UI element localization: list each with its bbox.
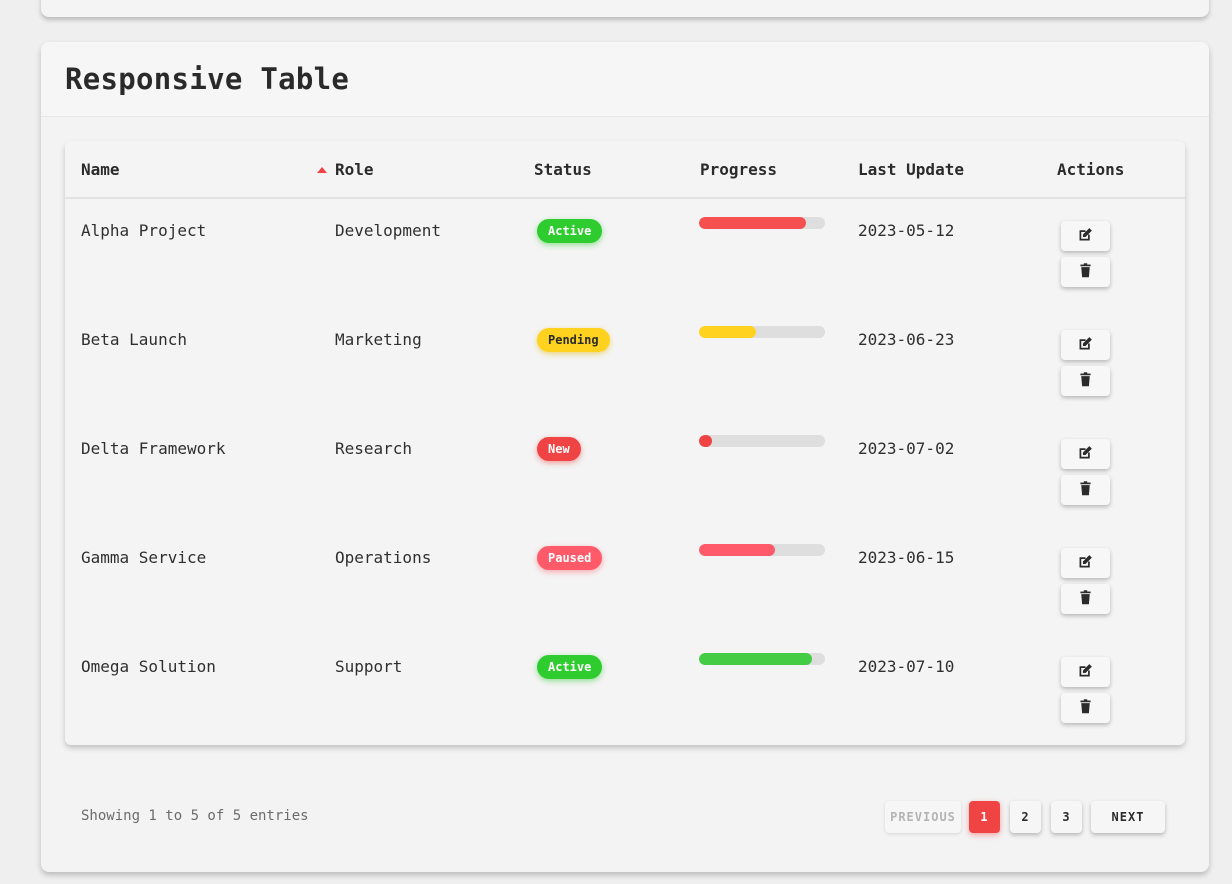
edit-button[interactable] [1061, 221, 1110, 251]
cell-role: Support [335, 657, 403, 676]
edit-button[interactable] [1061, 548, 1110, 578]
cell-name: Gamma Service [81, 548, 207, 567]
edit-button[interactable] [1061, 330, 1110, 360]
cell-name: Beta Launch [81, 330, 187, 349]
edit-button[interactable] [1061, 657, 1110, 687]
delete-button[interactable] [1061, 475, 1110, 505]
cell-last-update: 2023-06-23 [858, 330, 955, 349]
column-header-name[interactable]: Name [81, 141, 327, 199]
column-header-status[interactable]: Status [534, 141, 592, 199]
cell-role: Operations [335, 548, 432, 567]
status-badge: Active [537, 655, 603, 679]
next-page-button[interactable]: NEXT [1091, 801, 1165, 833]
data-table: Name Role Status Progress Last Update Ac… [65, 141, 1185, 745]
table-row: Beta Launch Marketing Pending 2023-06-23 [65, 310, 1185, 419]
cell-last-update: 2023-06-15 [858, 548, 955, 567]
cell-last-update: 2023-07-10 [858, 657, 955, 676]
edit-icon [1077, 335, 1094, 356]
trash-icon [1077, 262, 1094, 283]
entries-info: Showing 1 to 5 of 5 entries [81, 808, 309, 824]
sort-ascending-icon [317, 167, 327, 173]
cell-name: Alpha Project [81, 221, 207, 240]
delete-button[interactable] [1061, 693, 1110, 723]
progress-fill [699, 217, 807, 229]
status-badge: Paused [537, 546, 603, 570]
cell-role: Development [335, 221, 441, 240]
previous-card-bottom [41, 0, 1209, 17]
progress-bar [699, 435, 825, 447]
card-header: Responsive Table [41, 42, 1209, 117]
status-badge: Pending [537, 328, 610, 352]
page-button-2[interactable]: 2 [1010, 801, 1041, 833]
trash-icon [1077, 480, 1094, 501]
table-row: Alpha Project Development Active 2023-05-12 [65, 201, 1185, 310]
trash-icon [1077, 589, 1094, 610]
column-header-last-update[interactable]: Last Update [858, 141, 964, 199]
table-row: Gamma Service Operations Paused 2023-06-15 [65, 528, 1185, 637]
delete-button[interactable] [1061, 584, 1110, 614]
progress-bar [699, 326, 825, 338]
table-row: Delta Framework Research New 2023-07-02 [65, 419, 1185, 528]
edit-button[interactable] [1061, 439, 1110, 469]
table-header: Name Role Status Progress Last Update Ac… [65, 141, 1185, 199]
status-badge: New [537, 437, 581, 461]
page-button-3[interactable]: 3 [1051, 801, 1082, 833]
cell-role: Research [335, 439, 413, 458]
page-button-1[interactable]: 1 [969, 801, 1000, 833]
progress-fill [699, 544, 775, 556]
edit-icon [1077, 662, 1094, 683]
delete-button[interactable] [1061, 366, 1110, 396]
column-header-name-label: Name [81, 160, 120, 179]
progress-fill [699, 435, 712, 447]
column-header-role[interactable]: Role [335, 141, 374, 199]
cell-name: Delta Framework [81, 439, 226, 458]
table-row: Omega Solution Support Active 2023-07-10 [65, 637, 1185, 746]
cell-last-update: 2023-05-12 [858, 221, 955, 240]
card-title: Responsive Table [65, 62, 350, 96]
edit-icon [1077, 444, 1094, 465]
trash-icon [1077, 371, 1094, 392]
delete-button[interactable] [1061, 257, 1110, 287]
progress-bar [699, 544, 825, 556]
cell-last-update: 2023-07-02 [858, 439, 955, 458]
column-header-actions: Actions [1057, 160, 1125, 179]
edit-icon [1077, 226, 1094, 247]
progress-bar [699, 653, 825, 665]
cell-role: Marketing [335, 330, 422, 349]
trash-icon [1077, 698, 1094, 719]
table-card: Responsive Table Name Role Status Progre… [41, 42, 1209, 872]
edit-icon [1077, 553, 1094, 574]
progress-fill [699, 653, 813, 665]
status-badge: Active [537, 219, 603, 243]
progress-fill [699, 326, 756, 338]
progress-bar [699, 217, 825, 229]
column-header-progress[interactable]: Progress [700, 141, 777, 199]
previous-page-button[interactable]: PREVIOUS [885, 801, 961, 833]
cell-name: Omega Solution [81, 657, 216, 676]
